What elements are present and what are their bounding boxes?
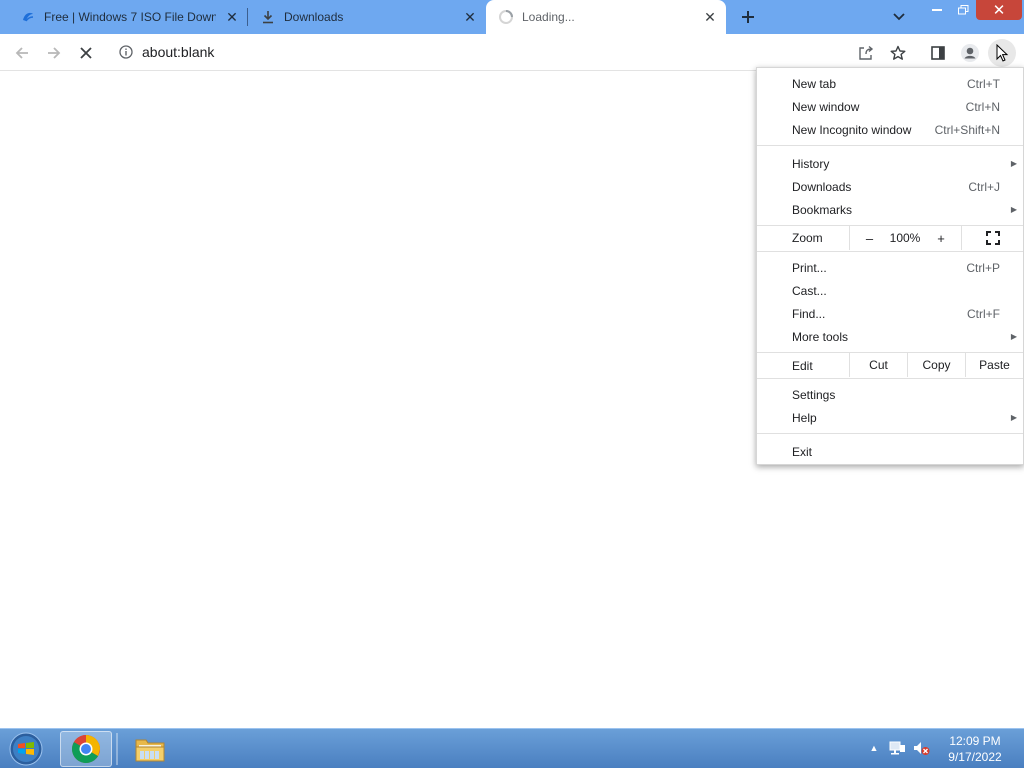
menu-item-more-tools[interactable]: More tools ▶ bbox=[757, 325, 1023, 348]
menu-label: Help bbox=[792, 410, 817, 425]
start-orb-icon[interactable] bbox=[8, 731, 44, 767]
menu-item-help[interactable]: Help ▶ bbox=[757, 406, 1023, 429]
clock-date: 9/17/2022 bbox=[948, 750, 1002, 764]
taskbar-file-explorer[interactable] bbox=[124, 731, 176, 767]
menu-item-downloads[interactable]: Downloads Ctrl+J bbox=[757, 175, 1023, 198]
menu-item-settings[interactable]: Settings bbox=[757, 383, 1023, 406]
menu-label: New tab bbox=[792, 76, 837, 91]
share-icon[interactable] bbox=[852, 39, 880, 67]
menu-shortcut: Ctrl+T bbox=[967, 76, 1000, 91]
browser-toolbar: about:blank bbox=[0, 34, 1024, 71]
menu-item-new-incognito[interactable]: New Incognito window Ctrl+Shift+N bbox=[757, 118, 1023, 141]
new-tab-button[interactable] bbox=[736, 5, 760, 29]
windows-taskbar: ▲ 12:09 PM 9/17/2022 bbox=[0, 728, 1024, 768]
menu-label: Bookmarks bbox=[792, 202, 853, 217]
menu-separator bbox=[757, 433, 1023, 434]
back-button[interactable] bbox=[8, 39, 36, 67]
download-icon bbox=[260, 9, 276, 25]
submenu-arrow-icon: ▶ bbox=[1010, 205, 1017, 214]
tab-title: Loading... bbox=[522, 10, 575, 24]
tab-strip: Free | Windows 7 ISO File Downl ✕ Downlo… bbox=[0, 0, 1024, 34]
menu-label: Exit bbox=[792, 444, 813, 459]
submenu-arrow-icon: ▶ bbox=[1010, 159, 1017, 168]
menu-item-find[interactable]: Find... Ctrl+F bbox=[757, 302, 1023, 325]
menu-label: New window bbox=[792, 99, 860, 114]
menu-item-exit[interactable]: Exit bbox=[757, 440, 1023, 463]
menu-label: Downloads bbox=[792, 179, 852, 194]
menu-item-history[interactable]: History ▶ bbox=[757, 152, 1023, 175]
menu-item-print[interactable]: Print... Ctrl+P bbox=[757, 256, 1023, 279]
zoom-level: 100% bbox=[889, 231, 921, 245]
side-panel-icon[interactable] bbox=[924, 39, 952, 67]
menu-shortcut: Ctrl+J bbox=[968, 179, 1000, 194]
system-clock[interactable]: 12:09 PM 9/17/2022 bbox=[940, 733, 1010, 765]
taskbar-chrome[interactable] bbox=[60, 731, 112, 767]
edit-label: Edit bbox=[792, 359, 813, 373]
menu-shortcut: Ctrl+P bbox=[966, 260, 1000, 275]
menu-separator bbox=[757, 378, 1023, 379]
menu-item-cast[interactable]: Cast... bbox=[757, 279, 1023, 302]
zoom-in-button[interactable]: + bbox=[921, 226, 961, 250]
tab-downloads[interactable]: Downloads ✕ bbox=[248, 0, 486, 34]
chrome-menu-button[interactable] bbox=[988, 39, 1016, 67]
menu-shortcut: Ctrl+N bbox=[965, 99, 1000, 114]
menu-edit-row: Edit Cut Copy Paste bbox=[757, 353, 1023, 377]
info-icon[interactable] bbox=[118, 44, 134, 60]
bookmark-star-icon[interactable] bbox=[884, 39, 912, 67]
chrome-icon bbox=[72, 735, 100, 763]
url-text[interactable]: about:blank bbox=[142, 44, 214, 60]
restore-button[interactable] bbox=[950, 0, 976, 20]
tab-loading[interactable]: Loading... ✕ bbox=[486, 0, 726, 34]
menu-zoom-row: Zoom – 100% + bbox=[757, 226, 1023, 250]
submenu-arrow-icon: ▶ bbox=[1010, 332, 1017, 341]
menu-item-bookmarks[interactable]: Bookmarks ▶ bbox=[757, 198, 1023, 221]
window-close-button[interactable]: ✕ bbox=[976, 0, 1022, 20]
menu-label: Find... bbox=[792, 306, 826, 321]
fullscreen-icon[interactable] bbox=[961, 226, 1023, 250]
cut-button[interactable]: Cut bbox=[849, 353, 907, 377]
clock-time: 12:09 PM bbox=[949, 734, 1001, 748]
copy-button[interactable]: Copy bbox=[907, 353, 965, 377]
tab-close-icon[interactable]: ✕ bbox=[224, 9, 240, 25]
menu-item-new-window[interactable]: New window Ctrl+N bbox=[757, 95, 1023, 118]
paste-button[interactable]: Paste bbox=[965, 353, 1023, 377]
chrome-menu: New tab Ctrl+T New window Ctrl+N New Inc… bbox=[756, 67, 1024, 465]
menu-label: New Incognito window bbox=[792, 122, 912, 137]
menu-separator bbox=[757, 251, 1023, 252]
menu-label: Cast... bbox=[792, 283, 827, 298]
site-favicon-icon bbox=[20, 9, 36, 25]
spinner-icon bbox=[498, 9, 514, 25]
menu-separator bbox=[757, 145, 1023, 146]
tab-windows7-iso[interactable]: Free | Windows 7 ISO File Downl ✕ bbox=[0, 0, 248, 34]
zoom-out-button[interactable]: – bbox=[849, 226, 889, 250]
taskbar-divider bbox=[116, 733, 118, 765]
volume-muted-icon[interactable] bbox=[912, 739, 932, 759]
menu-label: Print... bbox=[792, 260, 827, 275]
show-hidden-icons-icon[interactable]: ▲ bbox=[868, 741, 880, 755]
network-icon[interactable] bbox=[888, 739, 908, 759]
profile-avatar-icon[interactable] bbox=[956, 39, 984, 67]
tab-title: Downloads bbox=[284, 10, 344, 24]
minimize-button[interactable] bbox=[924, 0, 950, 20]
zoom-label: Zoom bbox=[792, 231, 823, 245]
menu-shortcut: Ctrl+Shift+N bbox=[934, 122, 1000, 137]
tab-close-icon[interactable]: ✕ bbox=[462, 9, 478, 25]
tab-search-button[interactable] bbox=[888, 6, 910, 28]
forward-button[interactable] bbox=[40, 39, 68, 67]
menu-item-new-tab[interactable]: New tab Ctrl+T bbox=[757, 72, 1023, 95]
file-explorer-icon bbox=[135, 739, 165, 762]
menu-shortcut: Ctrl+F bbox=[967, 306, 1000, 321]
menu-label: History bbox=[792, 156, 830, 171]
tab-title: Free | Windows 7 ISO File Downl bbox=[44, 10, 216, 24]
tab-close-icon[interactable]: ✕ bbox=[702, 9, 718, 25]
submenu-arrow-icon: ▶ bbox=[1010, 413, 1017, 422]
menu-label: More tools bbox=[792, 329, 849, 344]
stop-button[interactable] bbox=[72, 39, 100, 67]
menu-label: Settings bbox=[792, 387, 836, 402]
address-bar[interactable]: about:blank bbox=[108, 37, 848, 67]
